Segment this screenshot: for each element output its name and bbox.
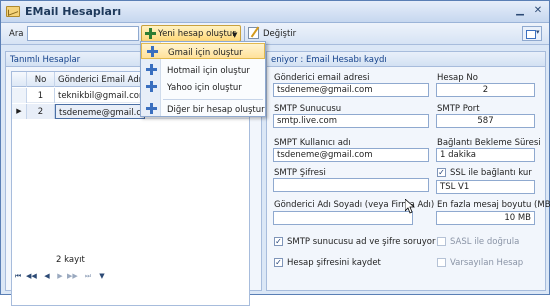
mouse-cursor-icon (405, 199, 415, 214)
form-panel-title: eniyor : Email Hesabı kaydı (267, 52, 545, 67)
row-email: teknikbil@gmail.com (55, 88, 145, 103)
plus-icon (146, 64, 157, 75)
new-account-button[interactable]: Yeni hesap oluştur ▼ (141, 25, 241, 42)
sasl-checkbox[interactable] (437, 237, 446, 246)
record-count: 2 kayıt (56, 255, 85, 265)
plus-icon (147, 46, 158, 57)
account-no-label: Hesap No (437, 73, 478, 83)
row-email: tsdeneme@gmail.com (55, 104, 145, 119)
timeout-label: Bağlantı Bekleme Süresi (437, 138, 541, 148)
ssl-checkbox[interactable]: ✓ (437, 168, 446, 177)
mail-icon (6, 6, 20, 17)
email-accounts-window: EMail Hesapları ▁ ✕ Ara Yeni hesap oluşt… (0, 0, 550, 306)
smtp-password-label: SMTP Şifresi (274, 168, 326, 178)
sender-email-field[interactable]: tsdeneme@gmail.com (273, 83, 429, 97)
first-record-icon[interactable]: ⏮ (13, 270, 23, 282)
window-title: EMail Hesapları (25, 5, 122, 18)
menu-item-label: Yahoo için oluştur (167, 83, 242, 93)
default-account-label: Varsayılan Hesap (450, 258, 524, 268)
edit-button[interactable]: Değiştir (263, 29, 296, 39)
chevron-down-icon: ▼ (232, 31, 238, 39)
toolbar-separator (244, 26, 245, 41)
next-page-icon[interactable]: ▶▶ (67, 270, 78, 282)
plus-icon (146, 103, 157, 114)
smtp-user-field[interactable]: tsdeneme@gmail.com (273, 148, 429, 162)
smtp-ask-label: SMTP sunucusu ad ve şifre soruyor (287, 237, 436, 247)
row-indicator-icon: ▶ (12, 104, 27, 119)
smtp-password-field[interactable] (273, 178, 429, 192)
title-bar: EMail Hesapları ▁ ✕ (1, 1, 549, 23)
menu-item-label: Gmail için oluştur (168, 48, 243, 58)
next-record-icon[interactable]: ▶ (55, 270, 65, 282)
column-email[interactable]: Gönderici Email Adresi (55, 72, 145, 87)
save-password-label: Hesap şifresini kaydet (287, 258, 381, 268)
account-no-field[interactable]: 2 (436, 83, 535, 97)
max-size-field[interactable]: 10 MB (436, 211, 535, 225)
row-no: 1 (27, 88, 55, 103)
smtp-user-label: SMPT Kullanıcı adı (274, 138, 351, 148)
new-account-label: Yeni hesap oluştur (158, 29, 236, 39)
prev-page-icon[interactable]: ◀◀ (26, 270, 37, 282)
menu-separator (163, 99, 263, 100)
layout-menu-icon[interactable] (522, 26, 542, 41)
sender-name-field[interactable] (273, 211, 413, 225)
timeout-select[interactable]: 1 dakika (436, 148, 535, 162)
smtp-port-label: SMTP Port (437, 104, 480, 114)
minimize-icon[interactable]: ▁ (513, 4, 527, 18)
record-navigator: ⏮ ◀◀ ◀ ▶ ▶▶ ⏭ ▼ (13, 270, 252, 284)
smtp-server-label: SMTP Sunucusu (274, 104, 342, 114)
smtp-port-field[interactable]: 587 (436, 114, 535, 128)
sasl-label: SASL ile doğrula (450, 237, 520, 247)
row-no: 2 (27, 104, 55, 119)
toolbar: Ara Yeni hesap oluştur ▼ Değiştir (1, 23, 549, 45)
plus-icon (146, 81, 157, 92)
close-icon[interactable]: ✕ (531, 4, 545, 18)
menu-item-hotmail[interactable]: Hotmail için oluştur (141, 62, 265, 78)
menu-item-other[interactable]: Diğer bir hesap oluştur (141, 101, 265, 117)
search-label: Ara (9, 29, 24, 39)
sender-email-label: Gönderici email adresi (274, 73, 370, 83)
menu-item-label: Hotmail için oluştur (167, 66, 250, 76)
smtp-server-field[interactable]: smtp.live.com (273, 114, 429, 128)
default-account-checkbox[interactable] (437, 258, 446, 267)
max-size-label: En fazla mesaj boyutu (MB) (437, 200, 550, 210)
tls-version-select[interactable]: TSL V1 (436, 180, 535, 194)
filter-icon[interactable]: ▼ (97, 270, 107, 282)
plus-icon (145, 28, 156, 39)
edit-icon[interactable] (248, 27, 259, 39)
menu-item-gmail[interactable]: Gmail için oluştur (141, 43, 265, 59)
menu-item-label: Diğer bir hesap oluştur (167, 105, 265, 115)
ssl-label: SSL ile bağlantı kur (450, 168, 532, 178)
column-no[interactable]: No (27, 72, 55, 87)
new-account-menu: Gmail için oluştur Hotmail için oluştur … (140, 41, 266, 117)
prev-record-icon[interactable]: ◀ (42, 270, 52, 282)
last-record-icon[interactable]: ⏭ (83, 270, 93, 282)
save-password-checkbox[interactable]: ✓ (274, 258, 283, 267)
smtp-ask-checkbox[interactable]: ✓ (274, 237, 283, 246)
menu-item-yahoo[interactable]: Yahoo için oluştur (141, 79, 265, 95)
search-input[interactable] (27, 26, 139, 41)
